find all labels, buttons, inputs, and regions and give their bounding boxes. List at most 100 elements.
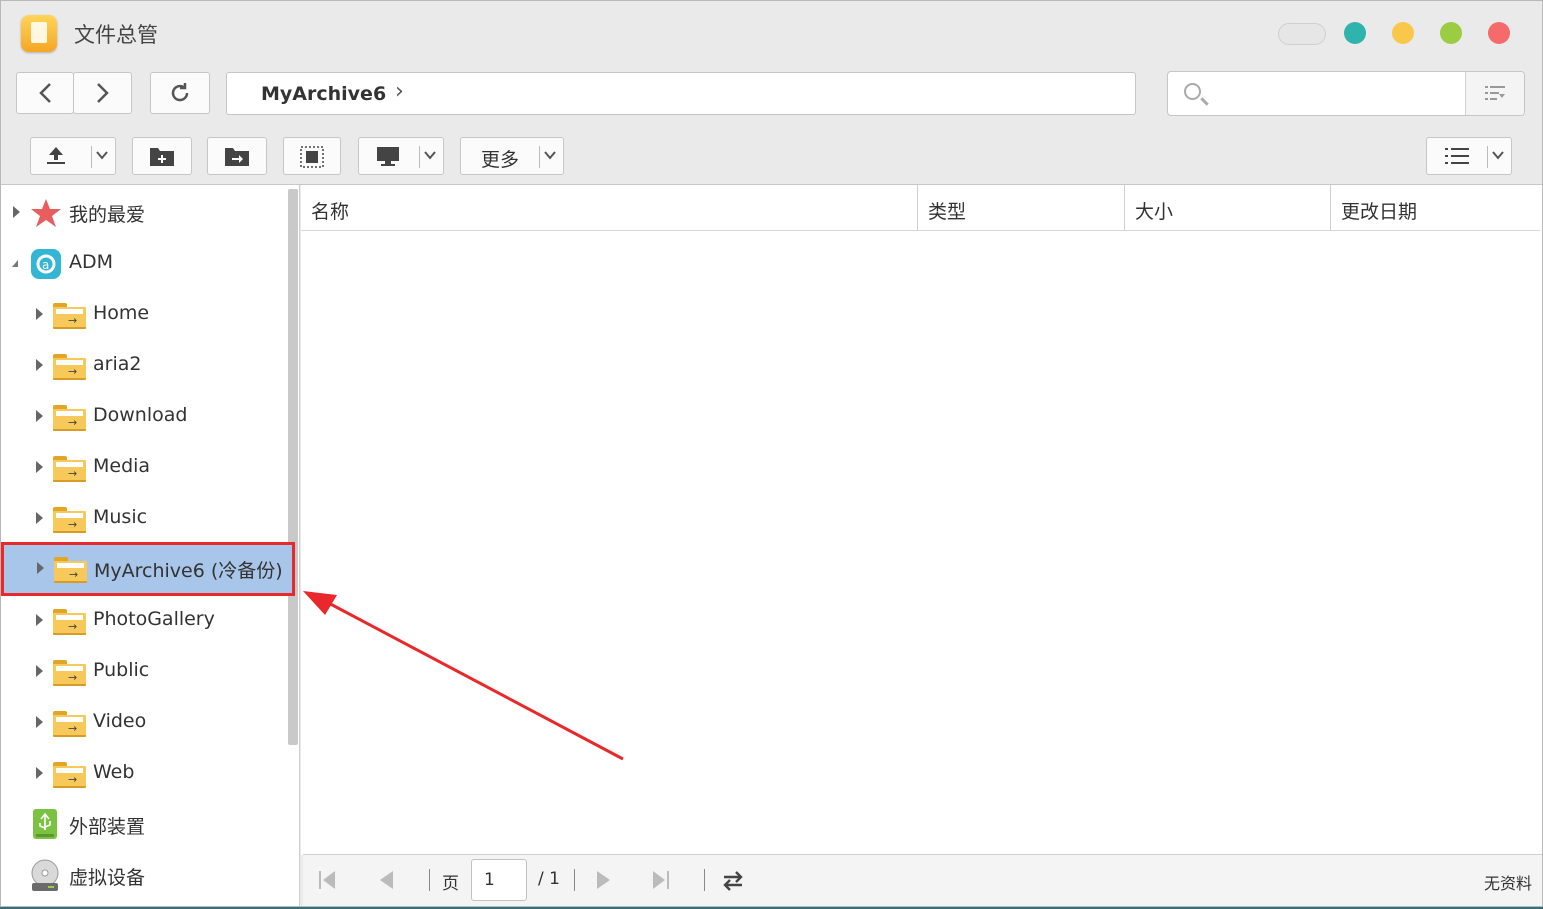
move-icon: [225, 148, 249, 166]
forward-icon: [96, 83, 109, 103]
next-page-icon[interactable]: [595, 869, 613, 891]
forward-button[interactable]: [73, 72, 132, 114]
expand-arrow-icon[interactable]: [36, 359, 43, 371]
chevron-down-icon: [544, 151, 556, 160]
expand-arrow-icon[interactable]: [36, 410, 43, 422]
refresh-icon: [171, 83, 189, 102]
tree-item-label: Media: [93, 455, 151, 477]
first-page-icon[interactable]: [317, 869, 337, 891]
back-button[interactable]: [16, 72, 74, 114]
search-input[interactable]: [1214, 78, 1458, 110]
tree-item-folder[interactable]: → Web: [1, 748, 287, 798]
tree-item-folder[interactable]: → MyArchive6 (冷备份): [1, 542, 295, 596]
last-page-icon[interactable]: [651, 869, 671, 891]
expand-arrow-icon[interactable]: [13, 206, 20, 218]
previous-page-icon[interactable]: [377, 869, 395, 891]
view-mode-button[interactable]: [1426, 137, 1512, 175]
window-info-button[interactable]: [1344, 22, 1366, 44]
close-button[interactable]: [1488, 22, 1510, 44]
column-header-size[interactable]: 大小: [1125, 185, 1331, 231]
expand-arrow-icon[interactable]: [36, 461, 43, 473]
minimize-button[interactable]: [1392, 22, 1414, 44]
column-header-modified[interactable]: 更改日期: [1331, 185, 1540, 231]
tree-item-folder[interactable]: → Media: [1, 442, 287, 492]
collapse-arrow-icon[interactable]: [12, 260, 18, 267]
tree-item-label: MyArchive6 (冷备份): [94, 560, 283, 582]
usb-icon: [33, 809, 57, 839]
move-button[interactable]: [207, 137, 267, 175]
shared-folder-icon: →: [53, 456, 86, 482]
tree-item-favorites[interactable]: 我的最爱: [1, 187, 287, 237]
expand-arrow-icon[interactable]: [36, 767, 43, 779]
list-view-icon: [1445, 148, 1469, 164]
shared-folder-icon: →: [53, 660, 86, 686]
folder-tree: 我的最爱 a ADM → Home → aria2 → Download → Media → Mu…: [1, 185, 300, 906]
new-folder-icon: [150, 148, 174, 166]
window-title: 文件总管: [74, 23, 158, 47]
select-icon: [300, 146, 324, 168]
back-icon: [39, 83, 51, 103]
expand-arrow-icon[interactable]: [36, 512, 43, 524]
search-box[interactable]: [1167, 71, 1525, 116]
select-all-button[interactable]: [283, 137, 341, 175]
search-icon: [1184, 83, 1201, 100]
path-segment[interactable]: MyArchive6: [261, 83, 386, 105]
search-options-button[interactable]: [1465, 72, 1524, 115]
tree-item-label: 我的最爱: [69, 204, 146, 226]
shared-folder-icon: →: [53, 609, 86, 635]
tree-item-external-devices[interactable]: 外部装置: [1, 799, 287, 849]
upload-button[interactable]: [30, 137, 116, 175]
tree-item-label: 虚拟设备: [69, 867, 146, 889]
more-button[interactable]: 更多: [460, 137, 564, 175]
tree-item-virtual-devices[interactable]: 虚拟设备: [1, 850, 287, 900]
column-header-name[interactable]: 名称: [301, 185, 918, 231]
tree-item-label: PhotoGallery: [93, 608, 215, 630]
chevron-down-icon: [1492, 151, 1504, 160]
chevron-right-icon[interactable]: ›: [395, 79, 404, 104]
tree-item-label: ADM: [69, 251, 114, 273]
annotation-arrow: [303, 591, 624, 761]
column-header-type[interactable]: 类型: [918, 185, 1125, 231]
tree-item-label: Public: [93, 659, 150, 681]
adm-icon: a: [31, 249, 61, 279]
svg-text:a: a: [42, 258, 49, 272]
sidebar-scrollbar[interactable]: [288, 189, 298, 745]
mount-button[interactable]: [358, 137, 444, 175]
window-toggle-button[interactable]: [1278, 23, 1326, 45]
expand-arrow-icon[interactable]: [36, 716, 43, 728]
reload-icon[interactable]: [721, 869, 745, 893]
upload-icon: [47, 147, 65, 164]
maximize-button[interactable]: [1440, 22, 1462, 44]
expand-arrow-icon[interactable]: [36, 665, 43, 677]
more-label: 更多: [481, 149, 520, 171]
tree-item-adm[interactable]: a ADM: [1, 238, 287, 288]
monitor-icon: [377, 147, 399, 166]
tree-item-label: Home: [93, 302, 150, 324]
file-explorer-window: 文件总管 MyArchive6 › 更多 我的最爱 a ADM → Home →…: [0, 0, 1543, 907]
new-folder-button[interactable]: [132, 137, 192, 175]
shared-folder-icon: →: [53, 762, 86, 788]
shared-folder-icon: →: [53, 405, 86, 431]
chevron-down-icon: [96, 151, 108, 160]
page-label: 页: [442, 874, 459, 894]
tree-item-label: 外部装置: [69, 816, 146, 838]
column-label: 类型: [928, 201, 967, 223]
tree-item-label: Download: [93, 404, 188, 426]
tree-item-label: Music: [93, 506, 148, 528]
shared-folder-icon: →: [54, 557, 87, 583]
tree-item-folder[interactable]: → Public: [1, 646, 287, 696]
expand-arrow-icon[interactable]: [37, 562, 44, 574]
tree-item-folder[interactable]: → PhotoGallery: [1, 595, 287, 645]
tree-item-folder[interactable]: → aria2: [1, 340, 287, 390]
refresh-button[interactable]: [150, 72, 210, 114]
page-number-input[interactable]: [471, 859, 527, 901]
tree-item-folder[interactable]: → Download: [1, 391, 287, 441]
path-bar[interactable]: MyArchive6 ›: [226, 72, 1136, 115]
tree-item-label: Video: [93, 710, 147, 732]
tree-item-folder[interactable]: → Video: [1, 697, 287, 747]
column-label: 大小: [1135, 201, 1174, 223]
expand-arrow-icon[interactable]: [36, 614, 43, 626]
tree-item-folder[interactable]: → Home: [1, 289, 287, 339]
expand-arrow-icon[interactable]: [36, 308, 43, 320]
tree-item-folder[interactable]: → Music: [1, 493, 287, 543]
